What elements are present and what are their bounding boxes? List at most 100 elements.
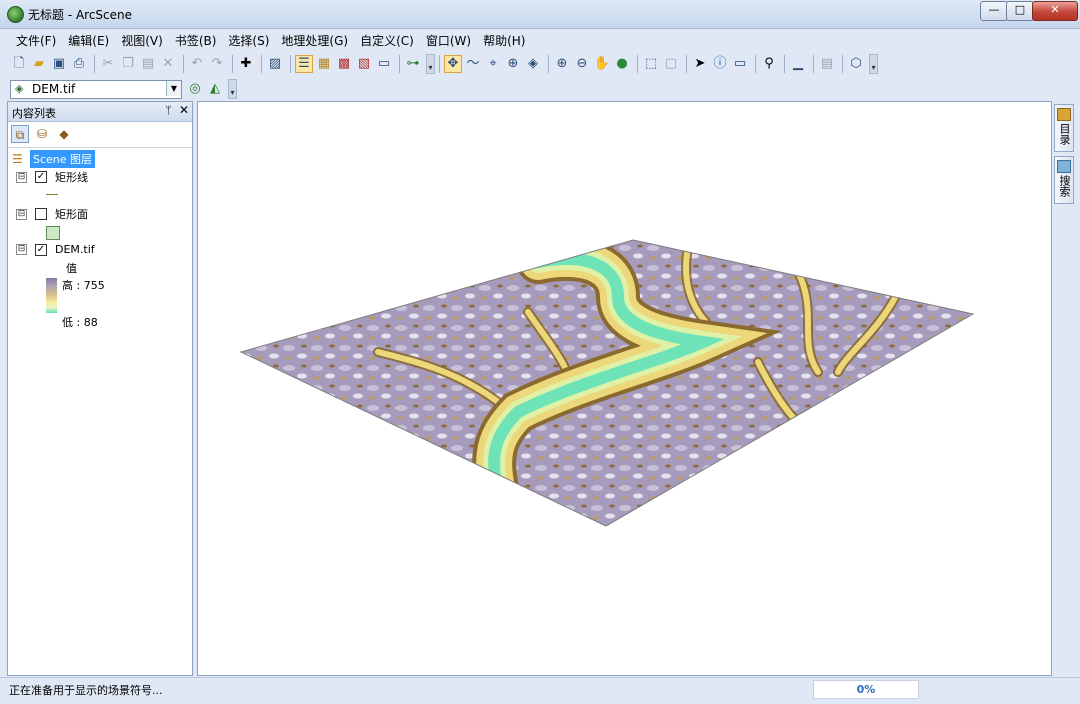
save-icon[interactable]: ▣ bbox=[50, 55, 68, 73]
terrain-render[interactable] bbox=[198, 102, 1051, 675]
menu-geoprocessing[interactable]: 地理处理(G) bbox=[275, 30, 354, 50]
arctoolbox-icon[interactable]: ▩ bbox=[335, 55, 353, 73]
toolbar-separator bbox=[290, 55, 291, 73]
minimize-button[interactable]: — bbox=[980, 1, 1008, 21]
layer-visibility-checkbox[interactable]: ✓ bbox=[35, 171, 47, 183]
collapse-toggle-icon[interactable]: ⊟ bbox=[16, 244, 27, 255]
select-features-icon[interactable]: ⬚ bbox=[642, 55, 660, 73]
menu-edit[interactable]: 编辑(E) bbox=[62, 30, 115, 50]
full-extent-icon[interactable]: ● bbox=[613, 55, 631, 73]
collapse-toggle-icon[interactable]: ⊟ bbox=[16, 208, 27, 220]
toolbar-options-grip[interactable]: ▾ bbox=[869, 54, 878, 74]
catalog-dock-tab[interactable]: 目录 bbox=[1054, 104, 1074, 152]
undo-icon[interactable]: ↶ bbox=[188, 55, 206, 73]
model-builder-icon[interactable]: ⊶ bbox=[404, 55, 422, 73]
scene-view[interactable] bbox=[197, 101, 1052, 676]
layer-dropdown-value: DEM.tif bbox=[32, 82, 76, 96]
target-center-icon[interactable]: ⌖ bbox=[484, 55, 502, 73]
menu-windows[interactable]: 窗口(W) bbox=[420, 30, 477, 50]
menu-view[interactable]: 视图(V) bbox=[115, 30, 169, 50]
color-ramp-symbol[interactable] bbox=[46, 278, 57, 313]
cut-icon[interactable]: ✂ bbox=[99, 55, 117, 73]
set-observer-icon[interactable]: ◈ bbox=[524, 55, 542, 73]
identify-icon[interactable]: ⓘ bbox=[711, 55, 729, 73]
toolbar-separator bbox=[183, 55, 184, 73]
copy-icon[interactable]: ❐ bbox=[119, 55, 137, 73]
toolbar-separator bbox=[439, 55, 440, 73]
search-dock-label: 搜索 bbox=[1058, 175, 1071, 197]
right-dock: 目录 搜索 bbox=[1054, 104, 1074, 208]
collapse-toggle-icon[interactable]: ⊟ bbox=[16, 171, 27, 183]
print-icon[interactable]: ⎙ bbox=[70, 55, 88, 73]
catalog-icon[interactable]: ▦ bbox=[315, 55, 333, 73]
layer-visibility-checkbox[interactable] bbox=[35, 208, 47, 220]
image-icon[interactable]: ▨ bbox=[266, 55, 284, 73]
legend-high-label: 高 : 755 bbox=[62, 279, 105, 292]
find-icon[interactable]: ⚲ bbox=[760, 55, 778, 73]
zoom-out-icon[interactable]: ⊖ bbox=[573, 55, 591, 73]
polygon-symbol-icon[interactable] bbox=[46, 226, 60, 240]
new-document-icon[interactable]: 🗋 bbox=[10, 55, 28, 73]
arcscene-window: 无标题 - ArcScene — □ ✕ 文件(F) 编辑(E) 视图(V) 书… bbox=[0, 0, 1080, 704]
status-bar: 正在准备用于显示的场景符号... 0% bbox=[0, 677, 1080, 704]
python-icon[interactable]: ▧ bbox=[355, 55, 373, 73]
menu-bar: 文件(F) 编辑(E) 视图(V) 书签(B) 选择(S) 地理处理(G) 自定… bbox=[10, 30, 531, 50]
table-of-contents-icon[interactable]: ☰ bbox=[295, 55, 313, 73]
layer-toolbar: ◈ DEM.tif ▼ ◎ ◭ ▾ bbox=[10, 78, 237, 100]
layer-item-dem[interactable]: ⊟ ✓ DEM.tif bbox=[16, 243, 95, 256]
paste-icon[interactable]: ▤ bbox=[139, 55, 157, 73]
layer-item-rect-line[interactable]: ⊟ ✓ 矩形线 bbox=[16, 169, 88, 185]
toolbar-separator bbox=[548, 55, 549, 73]
redo-icon[interactable]: ↷ bbox=[208, 55, 226, 73]
toc-title: 内容列表 bbox=[12, 107, 56, 120]
layer-name: 矩形线 bbox=[55, 171, 88, 184]
layer-dropdown[interactable]: ◈ DEM.tif ▼ bbox=[10, 79, 182, 99]
animation-icon[interactable]: ◭ bbox=[206, 80, 224, 98]
add-data-icon[interactable]: ✚ bbox=[237, 55, 255, 73]
clear-selection-icon[interactable]: ▢ bbox=[662, 55, 680, 73]
layer-properties-icon[interactable]: ◎ bbox=[186, 80, 204, 98]
layer-visibility-checkbox[interactable]: ✓ bbox=[35, 243, 47, 256]
menu-file[interactable]: 文件(F) bbox=[10, 30, 62, 50]
toolbar-options-grip[interactable]: ▾ bbox=[426, 54, 435, 74]
menu-bookmarks[interactable]: 书签(B) bbox=[169, 30, 223, 50]
list-by-source-icon[interactable]: ⛁ bbox=[33, 125, 51, 143]
layer-item-rect-polygon[interactable]: ⊟ 矩形面 bbox=[16, 206, 88, 222]
close-button[interactable]: ✕ bbox=[1032, 1, 1078, 21]
list-by-visibility-icon[interactable]: ◆ bbox=[55, 125, 73, 143]
maximize-button[interactable]: □ bbox=[1006, 1, 1034, 21]
toc-toolbar: ⧉ ⛁ ◆ bbox=[11, 122, 77, 146]
measure-icon[interactable]: ▁ bbox=[789, 55, 807, 73]
menu-selection[interactable]: 选择(S) bbox=[222, 30, 275, 50]
menu-help[interactable]: 帮助(H) bbox=[477, 30, 531, 50]
results-icon[interactable]: ▭ bbox=[375, 55, 393, 73]
navigate-icon[interactable]: ✥ bbox=[444, 55, 462, 73]
scene-layers-node[interactable]: ☰ Scene 图层 bbox=[12, 150, 96, 168]
toolbar-separator bbox=[399, 55, 400, 73]
select-elements-icon[interactable]: ➤ bbox=[691, 55, 709, 73]
toc-divider bbox=[8, 147, 192, 148]
swipe-icon[interactable]: ▤ bbox=[818, 55, 836, 73]
3d-effects-icon[interactable]: ⬡ bbox=[847, 55, 865, 73]
fly-icon[interactable]: 〜 bbox=[464, 55, 482, 73]
zoom-in-icon[interactable]: ⊕ bbox=[553, 55, 571, 73]
pan-icon[interactable]: ✋ bbox=[593, 55, 611, 73]
delete-icon[interactable]: ✕ bbox=[159, 55, 177, 73]
line-symbol-icon[interactable] bbox=[46, 194, 58, 195]
legend-low-label: 低 : 88 bbox=[62, 316, 98, 329]
list-by-drawing-order-icon[interactable]: ⧉ bbox=[11, 125, 29, 143]
toolbar-options-grip[interactable]: ▾ bbox=[228, 79, 237, 99]
close-icon[interactable]: ✕ bbox=[179, 103, 189, 117]
open-folder-icon[interactable]: ▰ bbox=[30, 55, 48, 73]
layer-name: DEM.tif bbox=[55, 243, 95, 256]
toolbar-separator bbox=[686, 55, 687, 73]
progress-indicator: 0% bbox=[813, 680, 919, 699]
menu-customize[interactable]: 自定义(C) bbox=[354, 30, 420, 50]
window-title: 无标题 - ArcScene bbox=[28, 8, 133, 22]
search-dock-tab[interactable]: 搜索 bbox=[1054, 156, 1074, 204]
dem-surface bbox=[241, 240, 973, 526]
pin-icon[interactable]: ᛘ bbox=[165, 104, 172, 117]
html-popup-icon[interactable]: ▭ bbox=[731, 55, 749, 73]
chevron-down-icon[interactable]: ▼ bbox=[166, 80, 181, 96]
zoom-to-target-icon[interactable]: ⊕ bbox=[504, 55, 522, 73]
